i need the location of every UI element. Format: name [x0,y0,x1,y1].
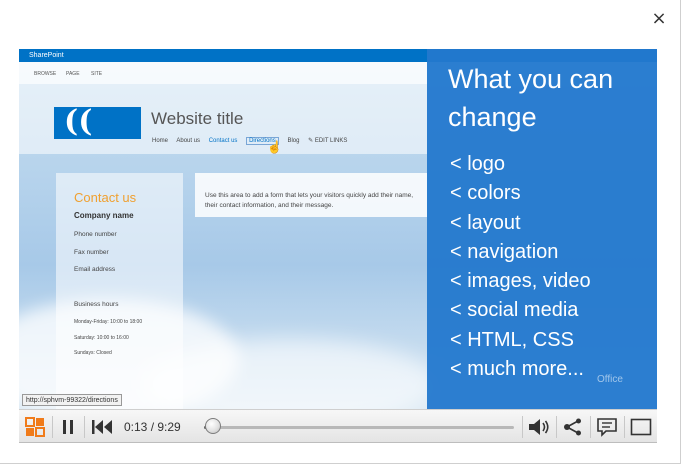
office-watermark: Office [597,374,623,385]
player-controls: 0:13 / 9:29 [19,409,657,443]
site-nav: Home About us Contact us Directions Blog… [152,137,354,145]
contact-heading: Contact us [74,190,137,205]
panel-item: < social media [450,299,579,322]
separator [590,416,591,438]
panel-item: < navigation [450,240,559,263]
panel-item: < images, video [450,270,591,293]
nav-about: About us [176,138,201,144]
seek-handle[interactable] [205,418,222,434]
fullscreen-icon[interactable] [628,415,654,439]
hours-weekday: Monday-Friday: 10:00 to 18:00 [74,319,143,325]
nav-edit-links: ✎ EDIT LINKS [308,138,348,144]
email-label: Email address [74,266,116,273]
seek-track[interactable] [204,426,514,429]
hand-cursor-icon: ☝ [267,140,282,154]
contact-column [56,173,183,409]
panel-item: < layout [450,211,521,234]
hours-sunday: Sundays: Closed [74,350,112,356]
nav-home: Home [152,138,169,144]
company-name: Company name [74,211,134,220]
nav-contact: Contact us [208,138,238,144]
phone-label: Phone number [74,231,117,238]
hours-saturday: Saturday: 10:00 to 16:00 [74,335,129,341]
separator [84,416,85,438]
close-icon[interactable]: × [650,10,668,28]
what-you-can-change-panel: What you can change < logo < colors < la… [427,49,657,409]
nav-blog: Blog [287,138,300,144]
business-hours-label: Business hours [74,301,119,308]
panel-title: What you can change [448,64,614,132]
video-dialog: × SharePoint BROWSE PAGE SITE (( Website… [0,0,681,464]
share-icon[interactable] [560,415,586,439]
separator [624,416,625,438]
captions-icon[interactable] [594,415,620,439]
skip-back-icon[interactable] [89,415,115,439]
site-logo: (( [54,107,141,139]
pause-icon[interactable] [57,415,79,439]
ribbon-tab-browse: BROWSE [34,71,57,77]
sharepoint-ribbon: BROWSE PAGE SITE [19,62,427,84]
panel-list: < logo < colors < layout < navigation < … [450,150,591,384]
separator [522,416,523,438]
form-note: Use this area to add a form that lets yo… [205,192,414,209]
separator [556,416,557,438]
volume-icon[interactable] [526,415,552,439]
office-logo-icon[interactable] [24,415,46,439]
fax-label: Fax number [74,249,109,256]
status-url-tooltip: http://sphvm-99322/directions [22,394,122,406]
video-frame[interactable]: SharePoint BROWSE PAGE SITE (( Website t… [19,49,657,409]
panel-item: < logo [450,153,506,175]
ribbon-tab-site: SITE [91,71,103,77]
time-display: 0:13 / 9:29 [124,420,181,434]
separator [52,416,53,438]
site-title: Website title [151,109,244,128]
panel-item: < HTML, CSS [450,328,574,351]
panel-item: < much more... [450,358,584,381]
panel-item: < colors [450,182,521,205]
ribbon-tab-page: PAGE [66,71,80,77]
